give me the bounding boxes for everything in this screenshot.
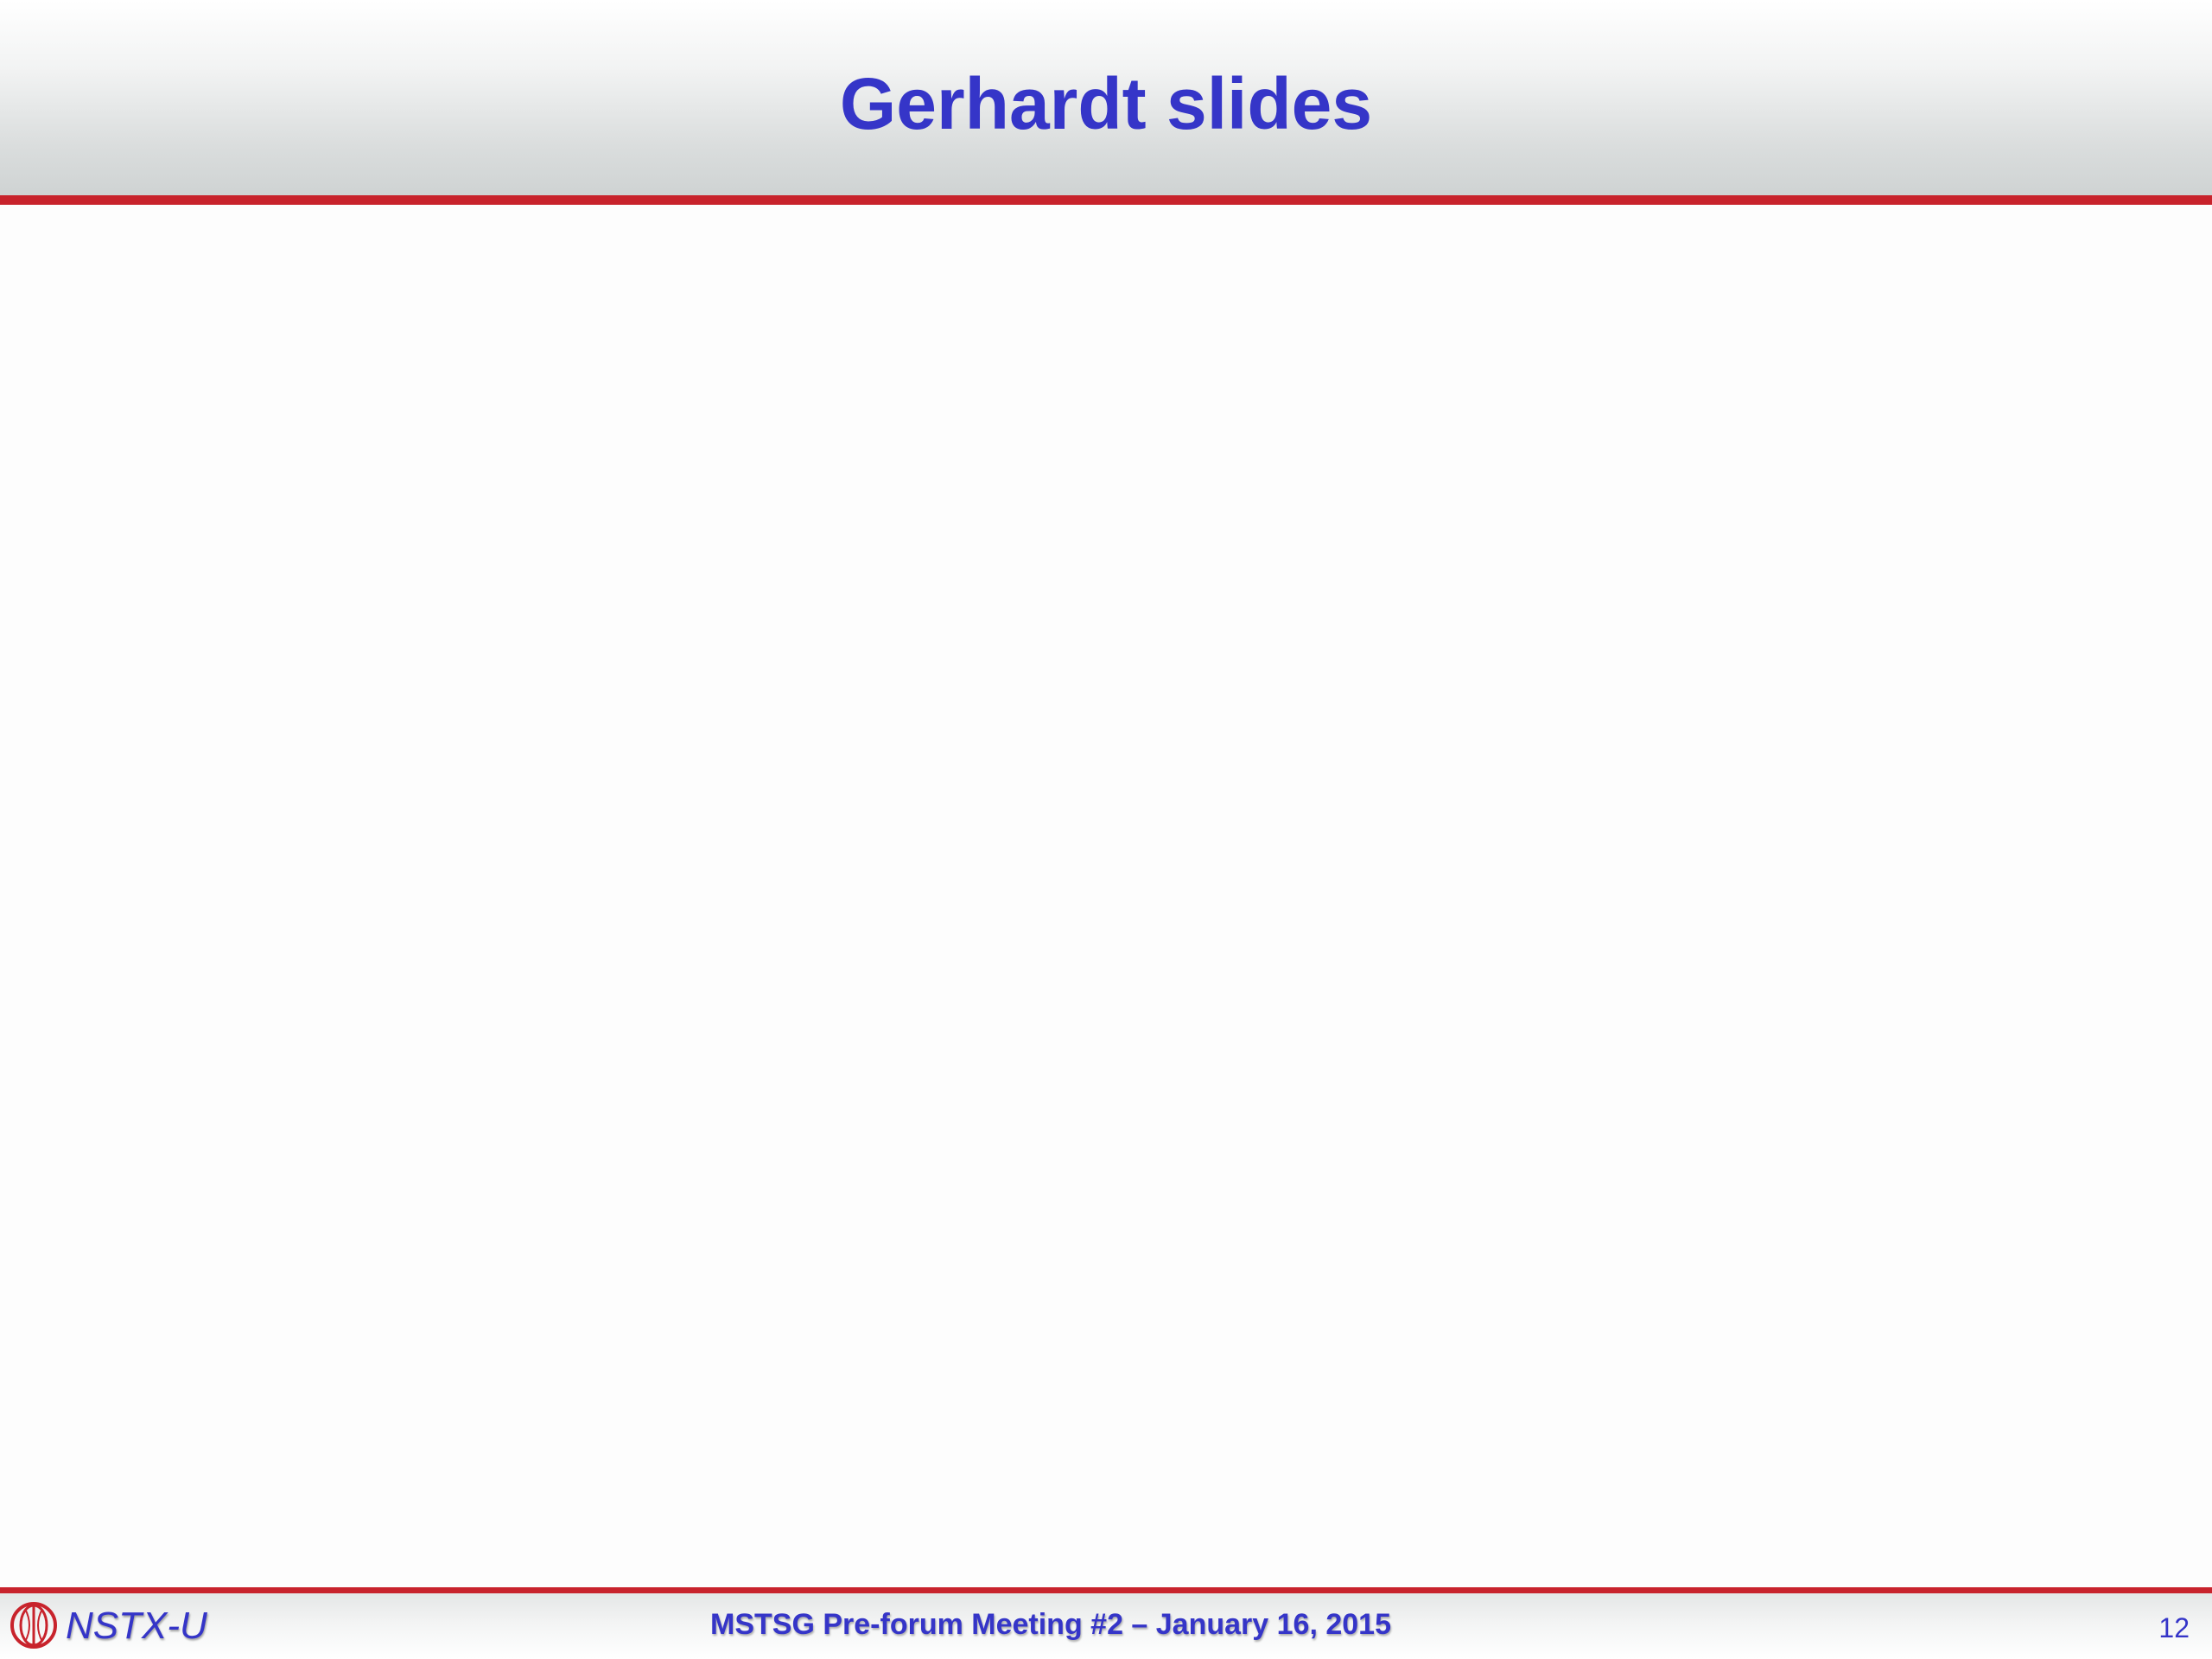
header-divider (0, 195, 2212, 205)
footer-divider (0, 1587, 2212, 1593)
slide-title: Gerhardt slides (839, 63, 1373, 144)
slide: Gerhardt slides NSTX-U MSTSG Pre-forum M… (0, 0, 2212, 1659)
slide-content-area (0, 205, 2212, 1587)
footer-meeting-text: MSTSG Pre-forum Meeting #2 – January 16,… (710, 1608, 1391, 1641)
slide-header: Gerhardt slides (0, 0, 2212, 195)
page-number: 12 (2158, 1612, 2190, 1643)
